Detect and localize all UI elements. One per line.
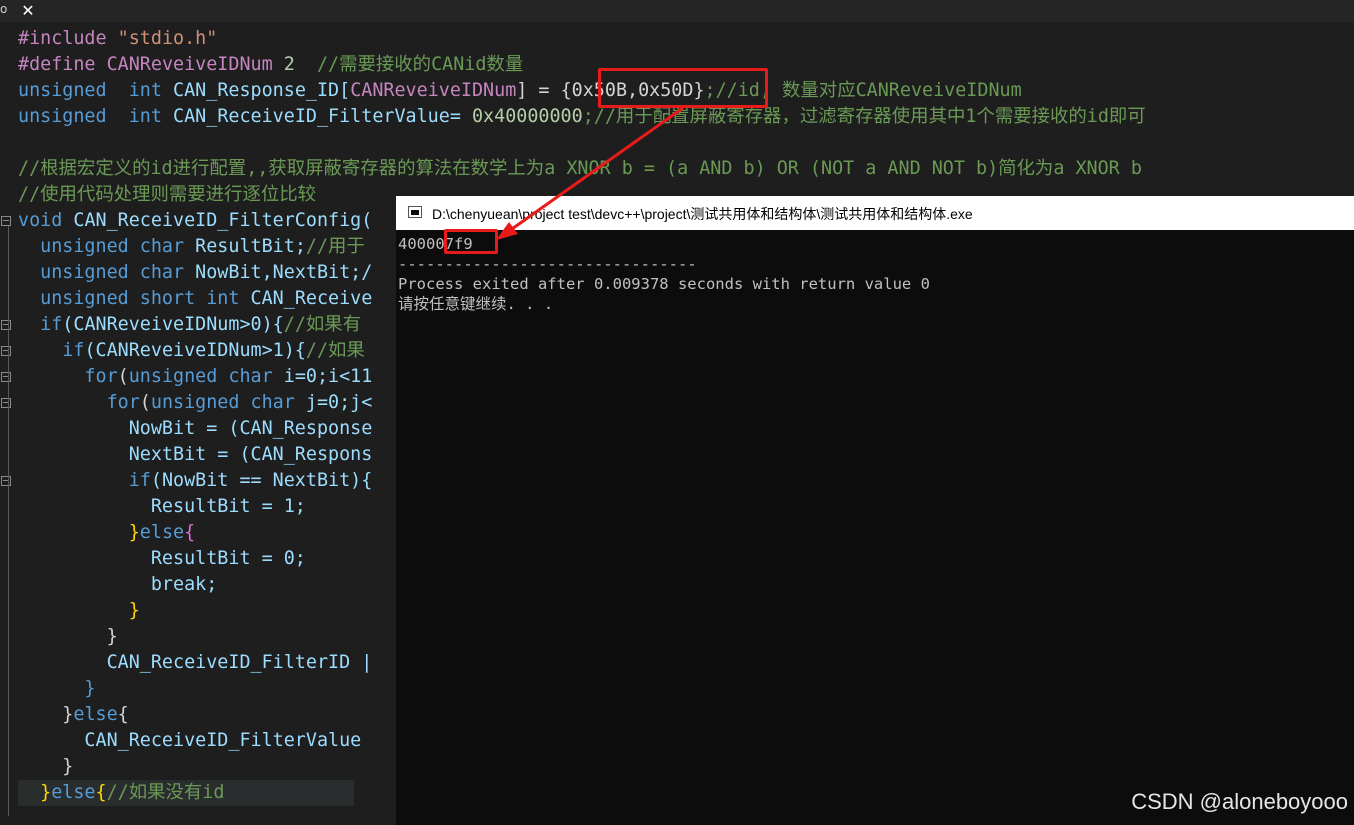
code-line: }else{ [18, 704, 129, 725]
fold-guide [8, 226, 9, 816]
editor-tab-strip: o ✕ [0, 0, 1354, 22]
console-title: D:\chenyuean\project test\devc++\project… [432, 206, 973, 222]
code-line: }else{ [18, 522, 196, 543]
code-line: unsigned short int CAN_Receive [18, 288, 373, 309]
code-line: NextBit = (CAN_Respons [18, 444, 373, 465]
fold-toggle-icon[interactable] [1, 320, 11, 330]
code-line: CAN_ReceiveID_FilterValue [18, 730, 362, 751]
close-tab-icon[interactable]: ✕ [14, 0, 42, 22]
code-line: if(NowBit == NextBit){ [18, 470, 373, 491]
code-line: for(unsigned char j=0;j< [18, 392, 373, 413]
code-line: ResultBit = 0; [18, 548, 306, 569]
console-prompt-line: 请按任意键继续. . . [398, 295, 554, 313]
console-result-line: 400007f9 [398, 235, 473, 253]
code-line: if(CANReveiveIDNum>0){//如果有 [18, 314, 362, 335]
console-window[interactable]: D:\chenyuean\project test\devc++\project… [396, 196, 1354, 825]
code-line: #include "stdio.h" [18, 28, 218, 49]
code-line: } [18, 678, 96, 699]
code-line: //根据宏定义的id进行配置,,获取屏蔽寄存器的算法在数学上为a XNOR b … [18, 158, 1142, 179]
code-line: unsigned int CAN_Response_ID[CANReveiveI… [18, 80, 1022, 101]
code-line: void CAN_ReceiveID_FilterConfig( [18, 210, 373, 231]
code-line-current: }else{//如果没有id [18, 780, 354, 806]
code-line: unsigned char NowBit,NextBit;/ [18, 262, 373, 283]
console-app-icon [408, 206, 422, 218]
code-line: if(CANReveiveIDNum>1){//如果 [18, 340, 365, 361]
code-line: unsigned char ResultBit;//用于 [18, 236, 365, 257]
fold-toggle-icon[interactable] [1, 216, 11, 226]
code-line: ResultBit = 1; [18, 496, 306, 517]
console-exit-line: Process exited after 0.009378 seconds wi… [398, 275, 930, 293]
code-line: } [18, 756, 74, 777]
code-line: for(unsigned char i=0;i<11 [18, 366, 373, 387]
code-line: } [18, 626, 118, 647]
code-line: NowBit = (CAN_Response [18, 418, 373, 439]
code-line: #define CANReveiveIDNum 2 //需要接收的CANid数量 [18, 54, 524, 75]
tab-label-fragment[interactable]: o [0, 2, 7, 16]
annotation-box-id-array [598, 68, 768, 108]
code-line: unsigned int CAN_ReceiveID_FilterValue= … [18, 106, 1146, 127]
fold-toggle-icon[interactable] [1, 476, 11, 486]
fold-toggle-icon[interactable] [1, 346, 11, 356]
watermark: CSDN @aloneboyooo [1131, 789, 1348, 814]
code-line: break; [18, 574, 218, 595]
annotation-box-output [444, 229, 498, 254]
code-line: //使用代码处理则需要进行逐位比较 [18, 184, 317, 205]
console-output: 400007f9 --------------------------------… [398, 234, 1354, 825]
code-line: CAN_ReceiveID_FilterID | [18, 652, 373, 673]
console-titlebar[interactable]: D:\chenyuean\project test\devc++\project… [396, 196, 1354, 230]
fold-toggle-icon[interactable] [1, 398, 11, 408]
console-separator: -------------------------------- [398, 255, 697, 273]
code-line: } [18, 600, 140, 621]
fold-toggle-icon[interactable] [1, 372, 11, 382]
